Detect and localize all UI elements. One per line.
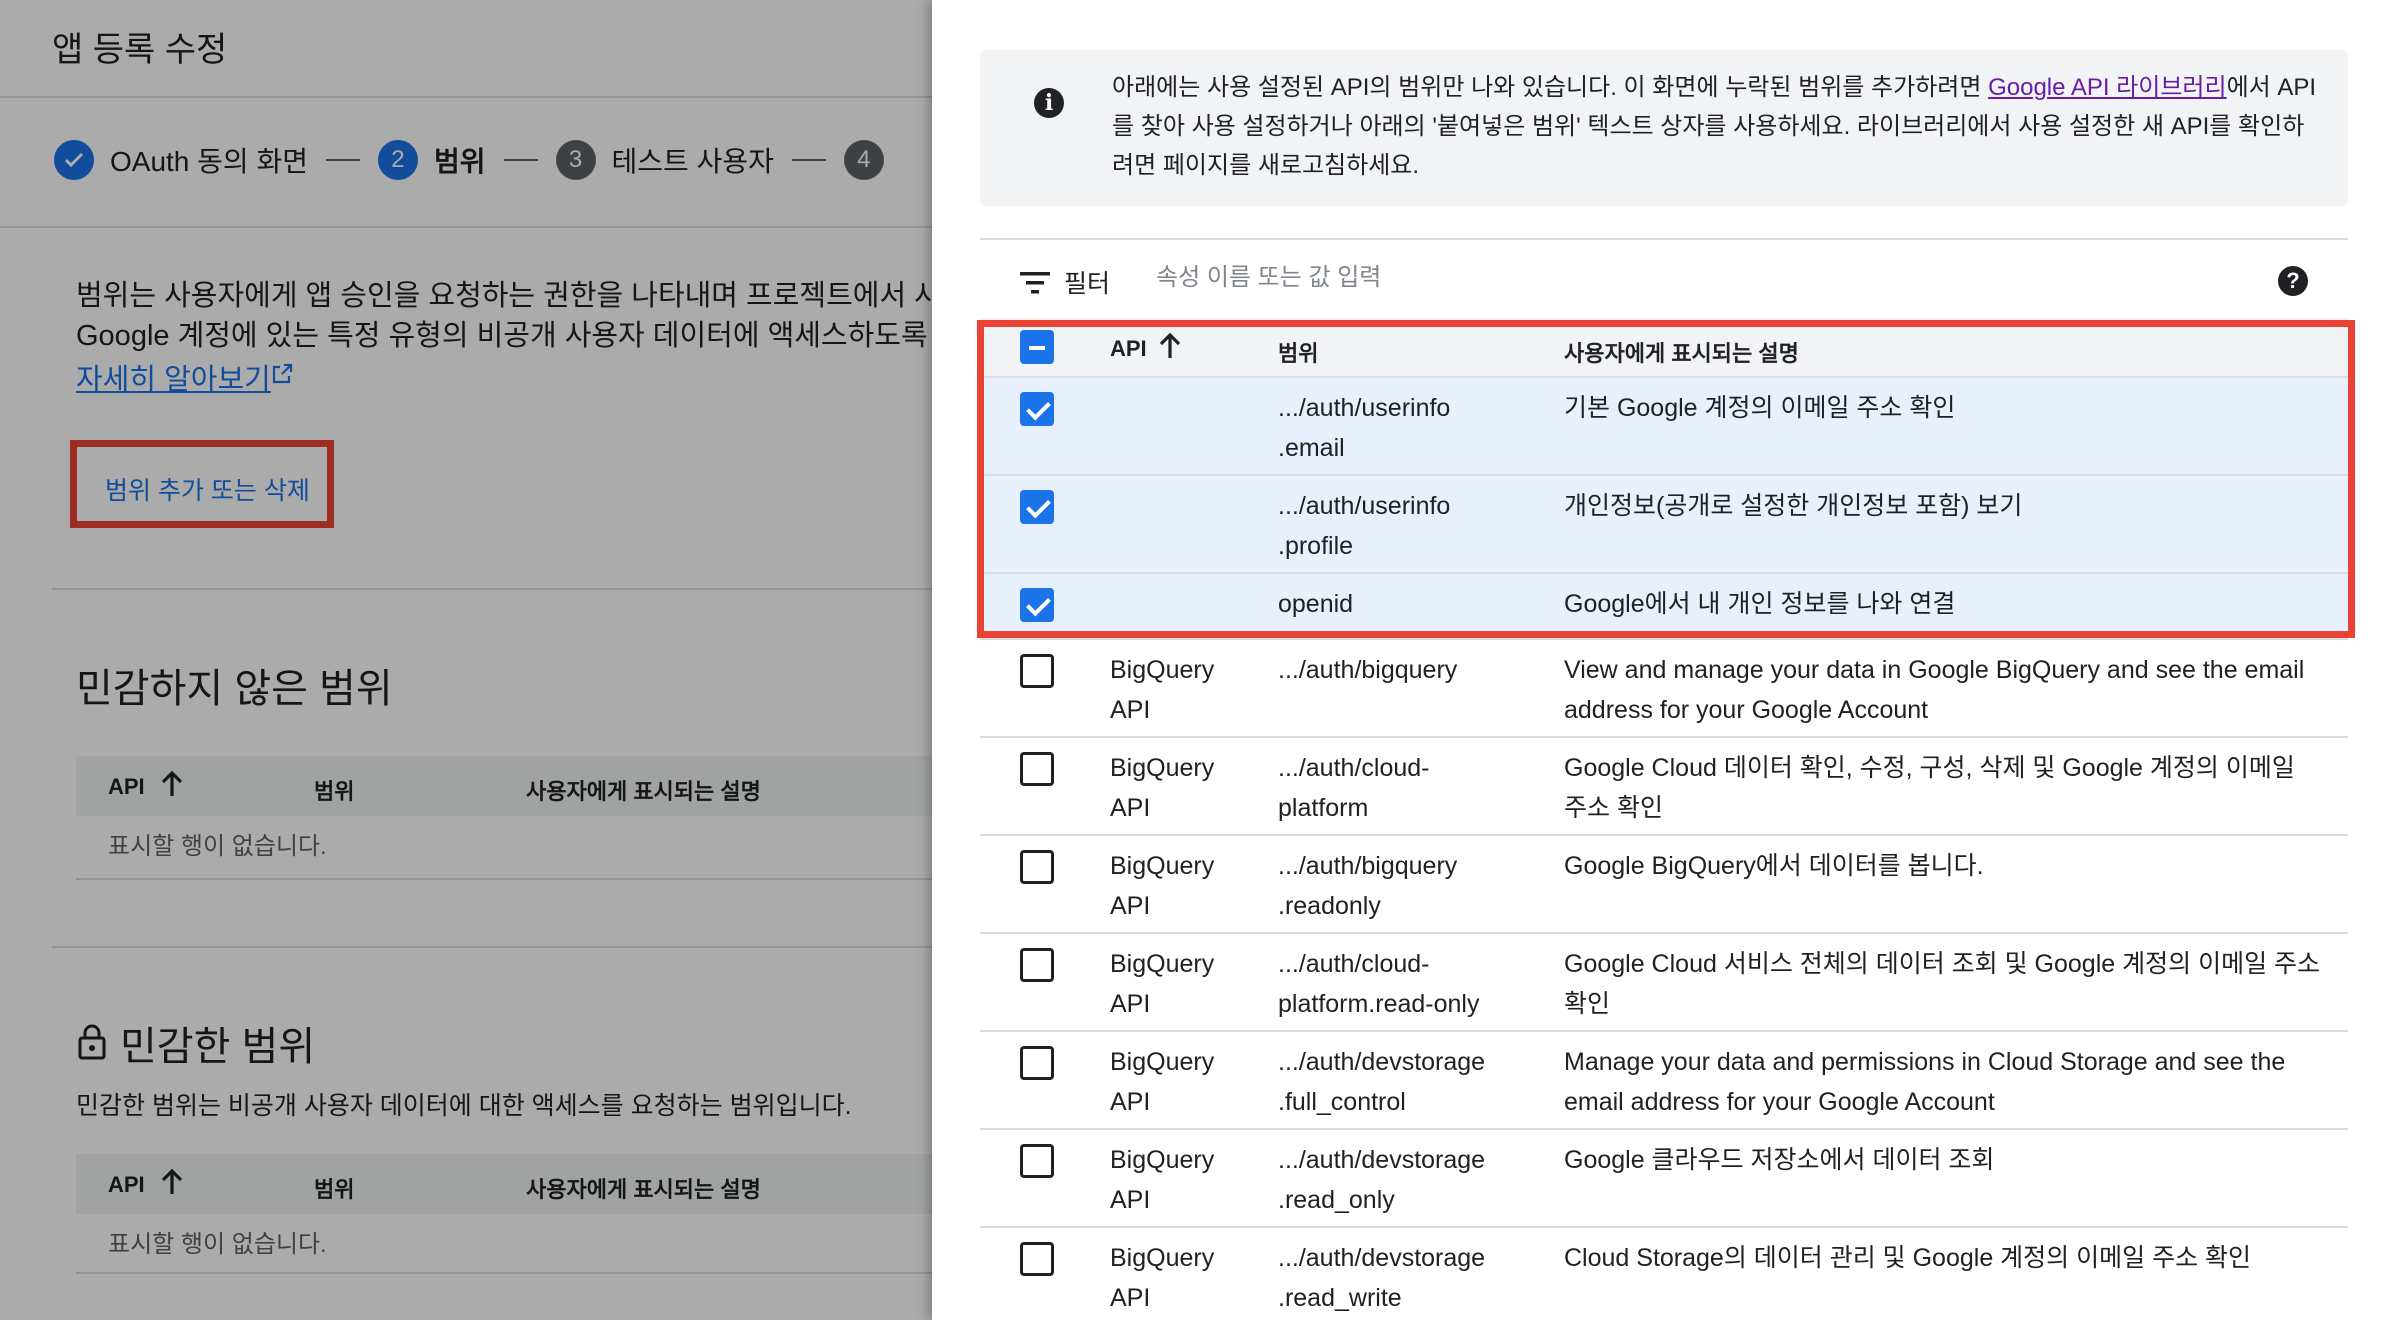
table-row[interactable]: .../auth/userinfo .profile 개인정보(공개로 설정한 개… [980, 476, 2348, 574]
filter-bar: 필터 ? [980, 238, 2348, 318]
row-description: Cloud Storage의 데이터 관리 및 Google 계정의 이메일 주… [1564, 1244, 2252, 1272]
column-scope: 범위 [1278, 341, 1319, 366]
scope-line: .profile [1278, 532, 1354, 560]
row-checkbox[interactable] [1020, 850, 1054, 884]
row-description: Google 클라우드 저장소에서 데이터 조회 [1564, 1146, 1995, 1174]
row-api: BigQuery API [1110, 1048, 1215, 1116]
row-api: BigQuery API [1110, 1146, 1215, 1214]
info-banner: i 아래에는 사용 설정된 API의 범위만 나와 있습니다. 이 화면에 누락… [980, 50, 2348, 206]
row-checkbox[interactable] [1020, 654, 1054, 688]
scopes-table: API 범위 사용자에게 표시되는 설명 .../auth/userinfo .e… [980, 318, 2348, 1320]
scopes-table-header: API 범위 사용자에게 표시되는 설명 [980, 318, 2348, 378]
row-scope: .../auth/cloud-platform.read-only [1278, 944, 1538, 1024]
modal-scrim[interactable] [0, 0, 932, 1320]
row-api: BigQuery API [1110, 950, 1215, 1018]
scope-line: .../auth/cloud- [1278, 754, 1430, 782]
scope-line: .readonly [1278, 892, 1381, 920]
row-scope: .../auth/cloud-platform [1278, 748, 1538, 828]
update-scopes-panel: i 아래에는 사용 설정된 API의 범위만 나와 있습니다. 이 화면에 누락… [932, 0, 2388, 1320]
scope-line: .../auth/userinfo [1278, 492, 1451, 520]
row-checkbox[interactable] [1020, 1046, 1054, 1080]
scope-line: .full_control [1278, 1088, 1406, 1116]
scope-line: .../auth/devstorage [1278, 1048, 1486, 1076]
row-scope: .../auth/devstorage .full_control [1278, 1042, 1538, 1122]
row-description: Google에서 내 개인 정보를 나와 연결 [1564, 590, 1956, 618]
row-checkbox[interactable] [1020, 392, 1054, 426]
row-scope: .../auth/devstorage .read_write [1278, 1238, 1538, 1318]
info-icon: i [1034, 88, 1064, 118]
filter-label: 필터 [1064, 270, 1111, 298]
table-row[interactable]: BigQuery API .../auth/cloud-platform.rea… [980, 934, 2348, 1032]
table-row[interactable]: BigQuery API .../auth/bigquery .readonly … [980, 836, 2348, 934]
filter-input[interactable] [1156, 258, 2056, 298]
help-icon[interactable]: ? [2278, 266, 2308, 296]
table-row[interactable]: openid Google에서 내 개인 정보를 나와 연결 [980, 574, 2348, 640]
scope-line: .../auth/devstorage [1278, 1244, 1486, 1272]
row-scope: .../auth/userinfo .profile [1278, 486, 1538, 566]
table-row[interactable]: BigQuery API .../auth/devstorage .read_wr… [980, 1228, 2348, 1320]
row-description: View and manage your data in Google BigQ… [1564, 656, 2305, 724]
scope-line: .../auth/bigquery [1278, 656, 1458, 684]
row-checkbox[interactable] [1020, 1242, 1054, 1276]
scope-line: .email [1278, 434, 1345, 462]
scope-line: platform [1278, 794, 1369, 822]
row-api: BigQuery API [1110, 852, 1215, 920]
filter-icon[interactable] [1020, 272, 1050, 294]
sort-ascending-icon[interactable] [1158, 332, 1182, 366]
row-scope: .../auth/bigquery [1278, 650, 1538, 690]
row-api: BigQuery API [1110, 1244, 1215, 1312]
row-checkbox[interactable] [1020, 948, 1054, 982]
row-scope: .../auth/bigquery .readonly [1278, 846, 1538, 926]
row-description: Google BigQuery에서 데이터를 봅니다. [1564, 852, 1984, 880]
scope-line: .../auth/devstorage [1278, 1146, 1486, 1174]
row-checkbox[interactable] [1020, 752, 1054, 786]
row-checkbox[interactable] [1020, 490, 1054, 524]
scope-line: .../auth/userinfo [1278, 394, 1451, 422]
api-library-link[interactable]: Google API 라이브러리 [1988, 74, 2227, 101]
row-description: 개인정보(공개로 설정한 개인정보 포함) 보기 [1564, 492, 2023, 520]
column-description: 사용자에게 표시되는 설명 [1564, 341, 1799, 366]
row-description: Manage your data and permissions in Clou… [1564, 1048, 2286, 1116]
info-text-part: 아래에는 사용 설정된 API의 범위만 나와 있습니다. 이 화면에 누락된 … [1112, 74, 1989, 101]
edit-app-registration-page: 앱 등록 수정 OAuth 동의 화면 2 범위 3 테스트 사용자 4 범위는… [0, 0, 932, 1320]
table-row[interactable]: BigQuery API .../auth/cloud-platform Goo… [980, 738, 2348, 836]
row-scope: .../auth/userinfo .email [1278, 388, 1538, 468]
scope-line: platform.read-only [1278, 990, 1480, 1018]
row-checkbox[interactable] [1020, 1144, 1054, 1178]
scope-line: .../auth/cloud- [1278, 950, 1430, 978]
row-description: Google Cloud 서비스 전체의 데이터 조회 및 Google 계정의… [1564, 950, 2321, 1018]
scope-line: .read_only [1278, 1186, 1395, 1214]
scope-line: .read_write [1278, 1284, 1402, 1312]
row-scope: openid [1278, 584, 1538, 624]
scope-line: .../auth/bigquery [1278, 852, 1458, 880]
table-row[interactable]: BigQuery API .../auth/bigquery View and … [980, 640, 2348, 738]
scope-line: openid [1278, 590, 1354, 618]
row-api: BigQuery API [1110, 754, 1215, 822]
table-row[interactable]: BigQuery API .../auth/devstorage .read_on… [980, 1130, 2348, 1228]
select-all-checkbox[interactable] [1020, 330, 1054, 364]
info-text: 아래에는 사용 설정된 API의 범위만 나와 있습니다. 이 화면에 누락된 … [1112, 68, 2322, 185]
table-row[interactable]: .../auth/userinfo .email 기본 Google 계정의 이메… [980, 378, 2348, 476]
row-scope: .../auth/devstorage .read_only [1278, 1140, 1538, 1220]
row-api: BigQuery API [1110, 656, 1215, 724]
row-description: Google Cloud 데이터 확인, 수정, 구성, 삭제 및 Google… [1564, 754, 2295, 822]
column-api[interactable]: API [1110, 336, 1147, 362]
table-row[interactable]: BigQuery API .../auth/devstorage .full_co… [980, 1032, 2348, 1130]
row-checkbox[interactable] [1020, 588, 1054, 622]
row-description: 기본 Google 계정의 이메일 주소 확인 [1564, 394, 1956, 422]
